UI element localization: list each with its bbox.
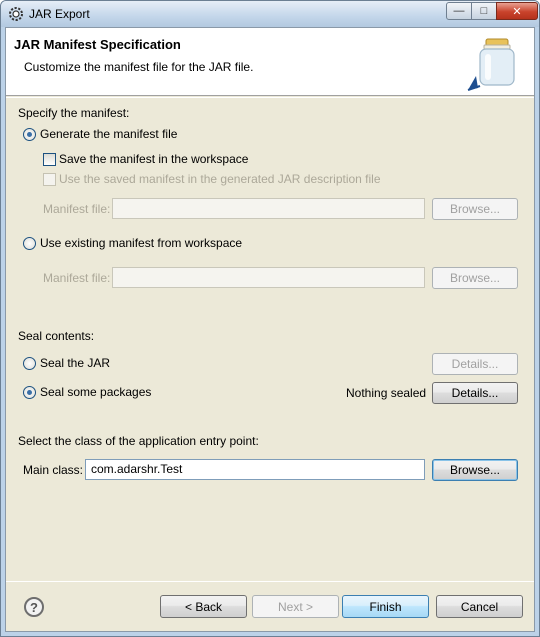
seal-jar-details-button[interactable]: Details...	[432, 353, 518, 375]
existing-manifest-label[interactable]: Use existing manifest from workspace	[40, 236, 242, 250]
seal-some-details-label: Details...	[451, 386, 499, 400]
page-description: Customize the manifest file for the JAR …	[24, 60, 254, 74]
reuse-manifest-checkbox[interactable]	[43, 173, 56, 186]
wizard-banner: JAR Manifest Specification Customize the…	[6, 28, 534, 96]
seal-some-details-button[interactable]: Details...	[432, 382, 518, 404]
dialog-client-area: JAR Manifest Specification Customize the…	[5, 27, 535, 632]
existing-manifest-file-label: Manifest file:	[43, 271, 111, 285]
maximize-icon: □	[480, 5, 488, 17]
seal-some-packages-radio[interactable]	[23, 386, 36, 399]
back-button[interactable]: < Back	[160, 595, 247, 618]
banner-separator	[6, 97, 534, 98]
page-title: JAR Manifest Specification	[14, 37, 181, 52]
existing-manifest-browse-button[interactable]: Browse...	[432, 267, 518, 289]
main-class-label: Main class:	[23, 463, 84, 477]
main-class-browse-label: Browse...	[449, 463, 500, 477]
save-manifest-checkbox[interactable]	[43, 153, 56, 166]
manifest-file-input[interactable]	[112, 198, 425, 219]
seal-some-packages-label[interactable]: Seal some packages	[40, 385, 151, 399]
help-symbol: ?	[30, 599, 38, 615]
manifest-file-label: Manifest file:	[43, 202, 111, 216]
eclipse-gear-icon	[9, 7, 23, 21]
next-label: Next >	[277, 599, 313, 614]
seal-heading: Seal contents:	[18, 329, 95, 343]
existing-manifest-radio[interactable]	[23, 237, 36, 250]
manifest-heading: Specify the manifest:	[18, 106, 130, 120]
next-button[interactable]: Next >	[252, 595, 339, 618]
seal-jar-details-label: Details...	[451, 357, 499, 371]
seal-status-text: Nothing sealed	[346, 386, 427, 400]
seal-jar-label[interactable]: Seal the JAR	[40, 356, 110, 370]
generate-manifest-label[interactable]: Generate the manifest file	[40, 127, 177, 141]
close-icon: ✕	[512, 5, 522, 18]
existing-manifest-file-input[interactable]	[112, 267, 425, 288]
main-class-input[interactable]: com.adarshr.Test	[85, 459, 425, 480]
minimize-button[interactable]: —	[446, 2, 472, 20]
question-circle-icon[interactable]: ?	[24, 597, 44, 617]
existing-manifest-browse-label: Browse...	[449, 271, 500, 285]
maximize-button[interactable]: □	[471, 2, 497, 20]
generate-manifest-radio[interactable]	[23, 128, 36, 141]
finish-button[interactable]: Finish	[342, 595, 429, 618]
minimize-icon: —	[453, 5, 465, 17]
entry-point-heading: Select the class of the application entr…	[18, 434, 259, 448]
jar-export-window: JAR Export — □ ✕ JAR Manifest Specificat…	[0, 0, 540, 637]
save-manifest-label[interactable]: Save the manifest in the workspace	[59, 152, 248, 166]
close-button[interactable]: ✕	[496, 2, 538, 20]
jar-icon	[467, 38, 515, 91]
finish-label: Finish	[369, 599, 402, 614]
cancel-button[interactable]: Cancel	[436, 595, 523, 618]
manifest-browse-button[interactable]: Browse...	[432, 198, 518, 220]
seal-jar-radio[interactable]	[23, 357, 36, 370]
title-bar[interactable]: JAR Export — □ ✕	[1, 1, 539, 27]
main-class-browse-button[interactable]: Browse...	[432, 459, 518, 481]
footer-separator	[6, 581, 534, 582]
window-title: JAR Export	[29, 7, 90, 21]
cancel-label: Cancel	[460, 599, 499, 614]
reuse-manifest-label: Use the saved manifest in the generated …	[59, 172, 381, 186]
manifest-browse-label: Browse...	[449, 202, 500, 216]
back-label: < Back	[184, 599, 223, 614]
